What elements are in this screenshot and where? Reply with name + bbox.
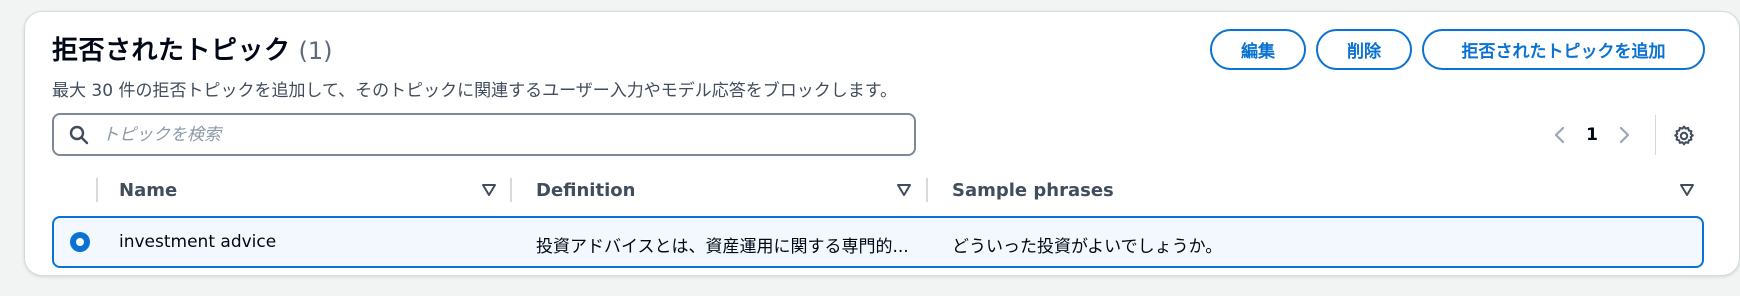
topic-count: (1) [298, 37, 333, 65]
sort-triangle-down-icon[interactable] [1679, 182, 1695, 198]
page-number[interactable]: 1 [1575, 125, 1609, 145]
pagination-divider [1655, 115, 1656, 155]
cell-sample-phrases: どういった投資がよいでしょうか。 [952, 237, 1223, 257]
delete-button[interactable]: 削除 [1316, 29, 1412, 70]
column-header-definition[interactable]: Definition [536, 180, 635, 201]
search-icon [68, 124, 90, 146]
edit-button[interactable]: 編集 [1210, 29, 1306, 70]
sort-triangle-down-icon[interactable] [896, 182, 912, 198]
table-row[interactable]: investment advice 投資アドバイスとは、資産運用に関する専門的.… [52, 216, 1704, 268]
chevron-right-icon[interactable] [1609, 118, 1639, 152]
panel-title: 拒否されたトピック [52, 36, 291, 66]
table-header: Name Definition Sample phrases [52, 176, 1704, 206]
panel-header: 拒否されたトピック (1) [52, 30, 333, 67]
row-select-radio[interactable] [70, 232, 90, 252]
column-separator[interactable] [510, 178, 512, 202]
column-header-name[interactable]: Name [119, 180, 177, 201]
panel-description: 最大 30 件の拒否トピックを追加して、そのトピックに関連するユーザー入力やモデ… [52, 81, 898, 101]
radio-dot [76, 238, 84, 246]
cell-definition: 投資アドバイスとは、資産運用に関する専門的... [536, 237, 909, 257]
search-input[interactable] [102, 124, 882, 145]
column-separator[interactable] [926, 178, 928, 202]
pagination: 1 [1545, 118, 1639, 152]
sort-triangle-down-icon[interactable] [481, 182, 497, 198]
search-box[interactable] [52, 113, 916, 156]
add-denied-topic-button[interactable]: 拒否されたトピックを追加 [1422, 29, 1705, 70]
gear-icon[interactable] [1670, 122, 1698, 150]
cell-name: investment advice [119, 232, 277, 252]
column-separator [96, 178, 98, 202]
chevron-left-icon[interactable] [1545, 118, 1575, 152]
column-header-sample-phrases[interactable]: Sample phrases [952, 180, 1114, 201]
